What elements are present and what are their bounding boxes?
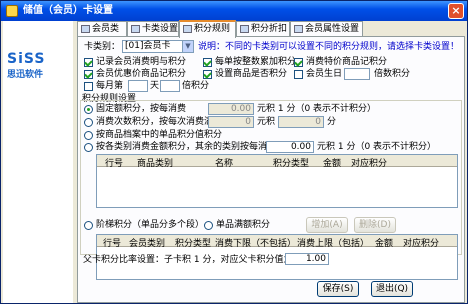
fixed-points-input[interactable]: 0.00: [208, 103, 254, 115]
goods-points-checkbox[interactable]: [203, 70, 212, 79]
fixed-points-label: 固定额积分，按每消费: [96, 104, 187, 114]
column-header: 商品类别: [137, 159, 174, 169]
column-header: 名称: [215, 159, 234, 169]
single-full-radio[interactable]: [204, 221, 213, 230]
dialog-window: 储值（会员）卡设置 × SiSS 思迅软件 会员类别 卡类设置 积分规则 积分折…: [0, 0, 468, 304]
monthly-day-checkbox[interactable]: [84, 82, 93, 91]
monthly-suffix: 倍积分: [182, 81, 210, 91]
birthday-label: 会员生日: [306, 69, 343, 79]
ladder-label: 阶梯积分（单品分多个段）: [96, 220, 205, 230]
record-consumption-label: 记录会员消费明与积分: [96, 57, 187, 67]
logo-text: SiSS: [7, 51, 46, 67]
tab-points-rules[interactable]: 积分规则: [179, 20, 236, 38]
special-price-label: 消费特价商品记积分: [306, 57, 388, 67]
per-count-amount-input[interactable]: 0: [208, 116, 254, 128]
ladder-radio[interactable]: [84, 221, 93, 230]
per-count-radio[interactable]: [84, 118, 93, 127]
add-button[interactable]: 增加(A): [306, 217, 348, 233]
monthly-multiplier-input[interactable]: [160, 80, 180, 92]
goods-points-label: 设置商品是否积分: [215, 69, 288, 79]
tab-icon: [131, 25, 140, 33]
table-header: 行号 会员类别 积分类型 消费下限（不包括） 消费上限（包括） 金额 对应积分: [97, 235, 457, 249]
column-header: 对应积分: [351, 159, 388, 169]
exit-button[interactable]: 退出(Q): [371, 281, 413, 297]
tab-icon: [294, 25, 303, 33]
table-header: 行号 商品类别 名称 积分类型 金额 对应积分: [97, 155, 457, 169]
card-type-note: 说明：不同的卡类别可以设置不同的积分规则，请选择卡类设置！: [198, 42, 460, 52]
integer-accumulate-checkbox[interactable]: [203, 58, 212, 67]
tab-member-attributes[interactable]: 会员属性设置: [290, 21, 363, 37]
category-points-table[interactable]: 行号 商品类别 名称 积分类型 金额 对应积分: [96, 154, 458, 208]
column-header: 行号: [103, 239, 122, 249]
column-header: 消费上限（包括）: [297, 239, 370, 249]
card-type-select[interactable]: [01]会员卡 ▼: [122, 40, 194, 53]
column-header: 金额: [375, 239, 394, 249]
close-button[interactable]: ×: [448, 3, 464, 19]
tab-points-discount[interactable]: 积分折扣: [236, 21, 290, 37]
by-goods-radio[interactable]: [84, 131, 93, 140]
title-bar: 储值（会员）卡设置 ×: [1, 1, 467, 21]
member-price-label: 会员优惠价商品记积分: [96, 69, 187, 79]
per-count-label: 消费次数积分，按每次消费满: [96, 117, 214, 127]
by-category-input[interactable]: 0.00: [266, 141, 314, 153]
monthly-day-mid: 天: [150, 81, 160, 91]
column-header: 会员类别: [129, 239, 166, 249]
brand-panel: SiSS 思迅软件: [3, 21, 73, 303]
special-price-checkbox[interactable]: [294, 58, 303, 67]
per-count-unit: 元积: [257, 117, 276, 127]
column-header: 行号: [105, 159, 124, 169]
column-header: 对应积分: [403, 239, 440, 249]
column-header: 消费下限（不包括）: [215, 239, 297, 249]
birthday-multiplier-input[interactable]: [344, 68, 370, 80]
logo-subtext: 思迅软件: [7, 70, 44, 80]
tab-icon: [240, 25, 249, 33]
by-category-radio[interactable]: [84, 143, 93, 152]
tab-icon: [81, 25, 90, 33]
monthly-day-label: 每月第: [96, 81, 124, 91]
birthday-checkbox[interactable]: [294, 70, 303, 79]
per-count-points-input[interactable]: 0: [278, 116, 324, 128]
app-icon: [6, 5, 18, 17]
tab-member-category[interactable]: 会员类别: [77, 21, 127, 48]
by-goods-label: 按商品档案中的单品积分值积分: [96, 130, 223, 140]
tab-card-settings[interactable]: 卡类设置: [127, 21, 179, 37]
monthly-day-input[interactable]: [128, 80, 148, 92]
column-header: 金额: [323, 159, 342, 169]
integer-accumulate-label: 每单按整数累加积分: [215, 57, 297, 67]
member-price-checkbox[interactable]: [84, 70, 93, 79]
record-consumption-checkbox[interactable]: [84, 58, 93, 67]
single-full-label: 单品满额积分: [216, 220, 271, 230]
by-category-suffix: 元积 1 分（0 表示不计积分）: [317, 142, 437, 152]
birthday-suffix: 倍数积分: [374, 69, 411, 79]
fixed-points-suffix: 元积 1 分（0 表示不计积分）: [257, 104, 377, 114]
siss-logo: SiSS 思迅软件: [7, 51, 69, 81]
card-type-label: 卡类别：: [84, 42, 121, 52]
save-button[interactable]: 保存(S): [317, 281, 359, 297]
column-header: 积分类型: [273, 159, 310, 169]
window-title: 储值（会员）卡设置: [23, 5, 113, 16]
per-count-suffix: 分: [327, 117, 337, 127]
column-header: 积分类型: [175, 239, 212, 249]
delete-button[interactable]: 删除(D): [354, 217, 396, 233]
parent-ratio-input[interactable]: 1.00: [285, 253, 329, 265]
by-category-label: 按各类别消费金额积分，其余的类别按每消费: [96, 142, 277, 152]
fixed-points-radio[interactable]: [84, 105, 93, 114]
parent-ratio-label: 父卡积分比率设置：子卡积 1 分，对应父卡积分值为：: [83, 255, 302, 265]
chevron-down-icon: ▼: [182, 41, 193, 52]
tab-icon: [183, 25, 192, 33]
